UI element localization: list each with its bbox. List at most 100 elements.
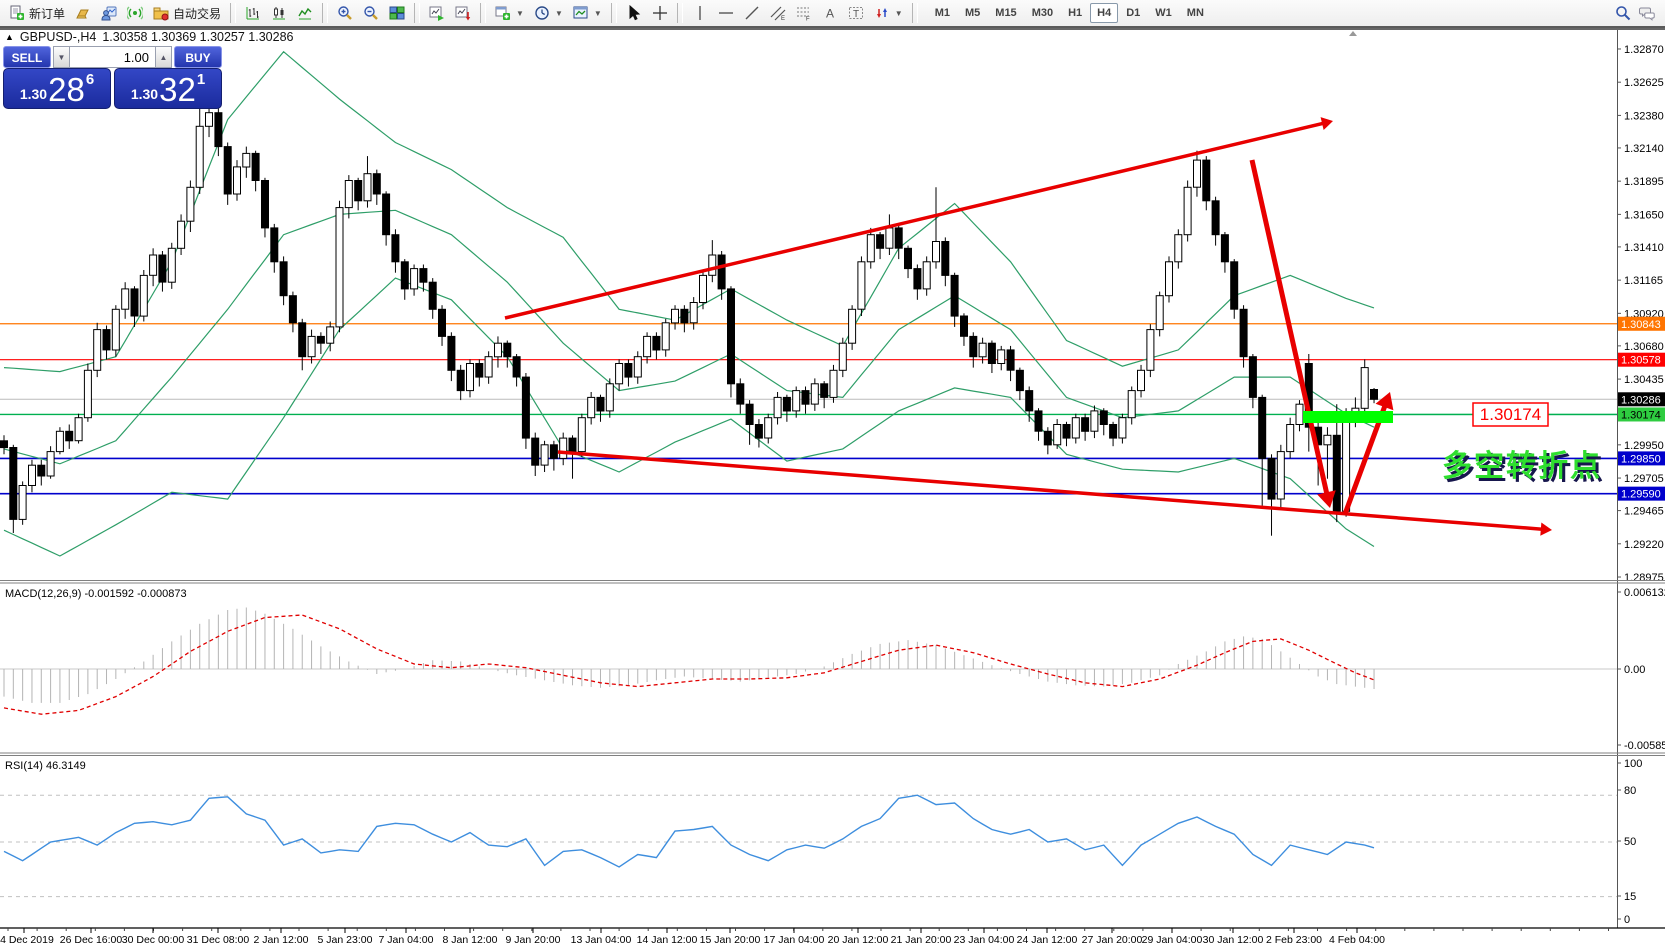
chart-shift-button[interactable] [450,3,476,23]
sell-price-display[interactable]: 1.30 28 6 [3,68,111,109]
toolbar-separator [322,3,328,23]
timeframe-D1[interactable]: D1 [1119,3,1147,23]
channel-tool-button[interactable]: E [765,3,791,23]
text-label-icon: T [848,5,864,21]
time-axis-label: 7 Jan 04:00 [379,934,434,946]
volume-increase-button[interactable]: ▲ [155,46,172,68]
time-axis-label: 5 Jan 23:00 [318,934,373,946]
timeframe-H1[interactable]: H1 [1061,3,1089,23]
timeframe-M1[interactable]: M1 [928,3,957,23]
label-tool-button[interactable]: T [843,3,869,23]
price-callout-text: 1.30174 [1480,405,1541,424]
new-order-button[interactable]: 新订单 [4,3,70,23]
cursor-tool-button[interactable] [621,3,647,23]
price-badge-label: 1.30286 [1621,394,1661,406]
macd-axis-label: 0.00 [1624,664,1645,676]
price-axis-label: 1.32870 [1624,44,1664,56]
time-axis-label: 27 Jan 20:00 [1082,934,1143,946]
templates-button[interactable]: ▼ [568,3,607,23]
crosshair-icon [652,5,668,21]
sell-price-point: 6 [86,71,94,88]
toolbar-separator [480,3,486,23]
line-chart-icon [297,5,313,21]
fibonacci-tool-button[interactable]: F [791,3,817,23]
dropdown-caret-icon: ▼ [594,9,602,18]
volume-input[interactable]: 1.00 [70,46,155,68]
time-axis-label: 29 Jan 04:00 [1142,934,1203,946]
price-axis-label: 1.32140 [1624,143,1664,155]
svg-text:T: T [853,9,859,20]
toolbar-separator [912,3,918,23]
price-axis-label: 1.31165 [1624,275,1663,287]
chart-canvas[interactable]: 1.30174多空转折点多空转折点1.328701.326251.323801.… [0,0,1665,946]
zoom-in-button[interactable] [332,3,358,23]
candle-chart-icon [271,5,287,21]
auto-scroll-icon [429,5,445,21]
crosshair-tool-button[interactable] [647,3,673,23]
timeframe-M5[interactable]: M5 [958,3,987,23]
bar-chart-mode-button[interactable] [240,3,266,23]
chat-icon[interactable] [1639,5,1655,21]
auto-trading-button[interactable]: 自动交易 [148,3,226,23]
data-window-button[interactable] [96,3,122,23]
timeframe-M30[interactable]: M30 [1025,3,1060,23]
signals-button[interactable] [122,3,148,23]
price-axis-label: 1.31410 [1624,242,1664,254]
green-highlight-bar [1303,411,1393,423]
hline-tool-button[interactable] [713,3,739,23]
new-chart-icon [495,5,511,21]
new-chart-button[interactable]: ▼ [490,3,529,23]
toolbar-separator [611,3,617,23]
volume-decrease-button[interactable]: ▼ [53,46,70,68]
timeframe-group: M1M5M15M30H1H4D1W1MN [928,3,1211,23]
tile-windows-button[interactable] [384,3,410,23]
price-axis-label: 1.28975 [1624,572,1664,584]
search-icon[interactable] [1615,5,1631,21]
toolbar-separator [677,3,683,23]
candle-chart-mode-button[interactable] [266,3,292,23]
trendline-icon [744,5,760,21]
time-axis-label: 21 Jan 20:00 [891,934,952,946]
mt4-window: 新订单 自动交易 [0,0,1665,946]
annotation-text-cn: 多空转折点 [1442,450,1602,483]
macd-label: MACD(12,26,9) -0.001592 -0.000873 [5,588,187,600]
time-axis-label: 24 Jan 12:00 [1017,934,1078,946]
price-badge-label: 1.30174 [1621,409,1661,421]
line-chart-mode-button[interactable] [292,3,318,23]
arrows-tool-button[interactable]: ▼ [869,3,908,23]
timeframe-W1[interactable]: W1 [1148,3,1179,23]
rsi-axis-label: 15 [1624,891,1636,903]
periods-button[interactable]: ▼ [529,3,568,23]
timeframe-MN[interactable]: MN [1180,3,1211,23]
buy-price-display[interactable]: 1.30 32 1 [114,68,222,109]
vline-tool-button[interactable] [687,3,713,23]
dropdown-caret-icon: ▼ [516,9,524,18]
auto-scroll-button[interactable] [424,3,450,23]
auto-trading-icon [153,5,169,21]
buy-button[interactable]: BUY [174,46,222,68]
trendline-tool-button[interactable] [739,3,765,23]
gold-icon [75,5,91,21]
symbol-name: GBPUSD-,H4 [20,30,96,44]
rsi-axis-label: 80 [1624,785,1636,797]
fibonacci-icon: F [796,5,812,21]
time-axis-label: 20 Jan 12:00 [828,934,889,946]
buy-price-pips: 32 [159,75,196,105]
market-watch-button[interactable] [70,3,96,23]
time-axis-label: 9 Jan 20:00 [506,934,561,946]
text-tool-button[interactable]: A [817,3,843,23]
sell-button[interactable]: SELL [3,46,51,68]
time-axis-label: 17 Jan 04:00 [764,934,825,946]
macd-axis-label: 0.006132 [1624,587,1665,599]
buy-price-prefix: 1.30 [131,86,158,102]
price-badge-label: 1.30843 [1621,319,1661,331]
new-order-icon [9,5,25,21]
zoom-out-button[interactable] [358,3,384,23]
dropdown-caret-icon: ▼ [895,9,903,18]
timeframe-H4[interactable]: H4 [1090,3,1118,23]
symbol-ohlc: 1.30358 1.30369 1.30257 1.30286 [102,30,293,44]
timeframe-M15[interactable]: M15 [988,3,1023,23]
arrow-objects-icon [874,5,890,21]
main-toolbar: 新订单 自动交易 [0,0,1665,28]
price-axis-label: 1.29220 [1624,539,1664,551]
